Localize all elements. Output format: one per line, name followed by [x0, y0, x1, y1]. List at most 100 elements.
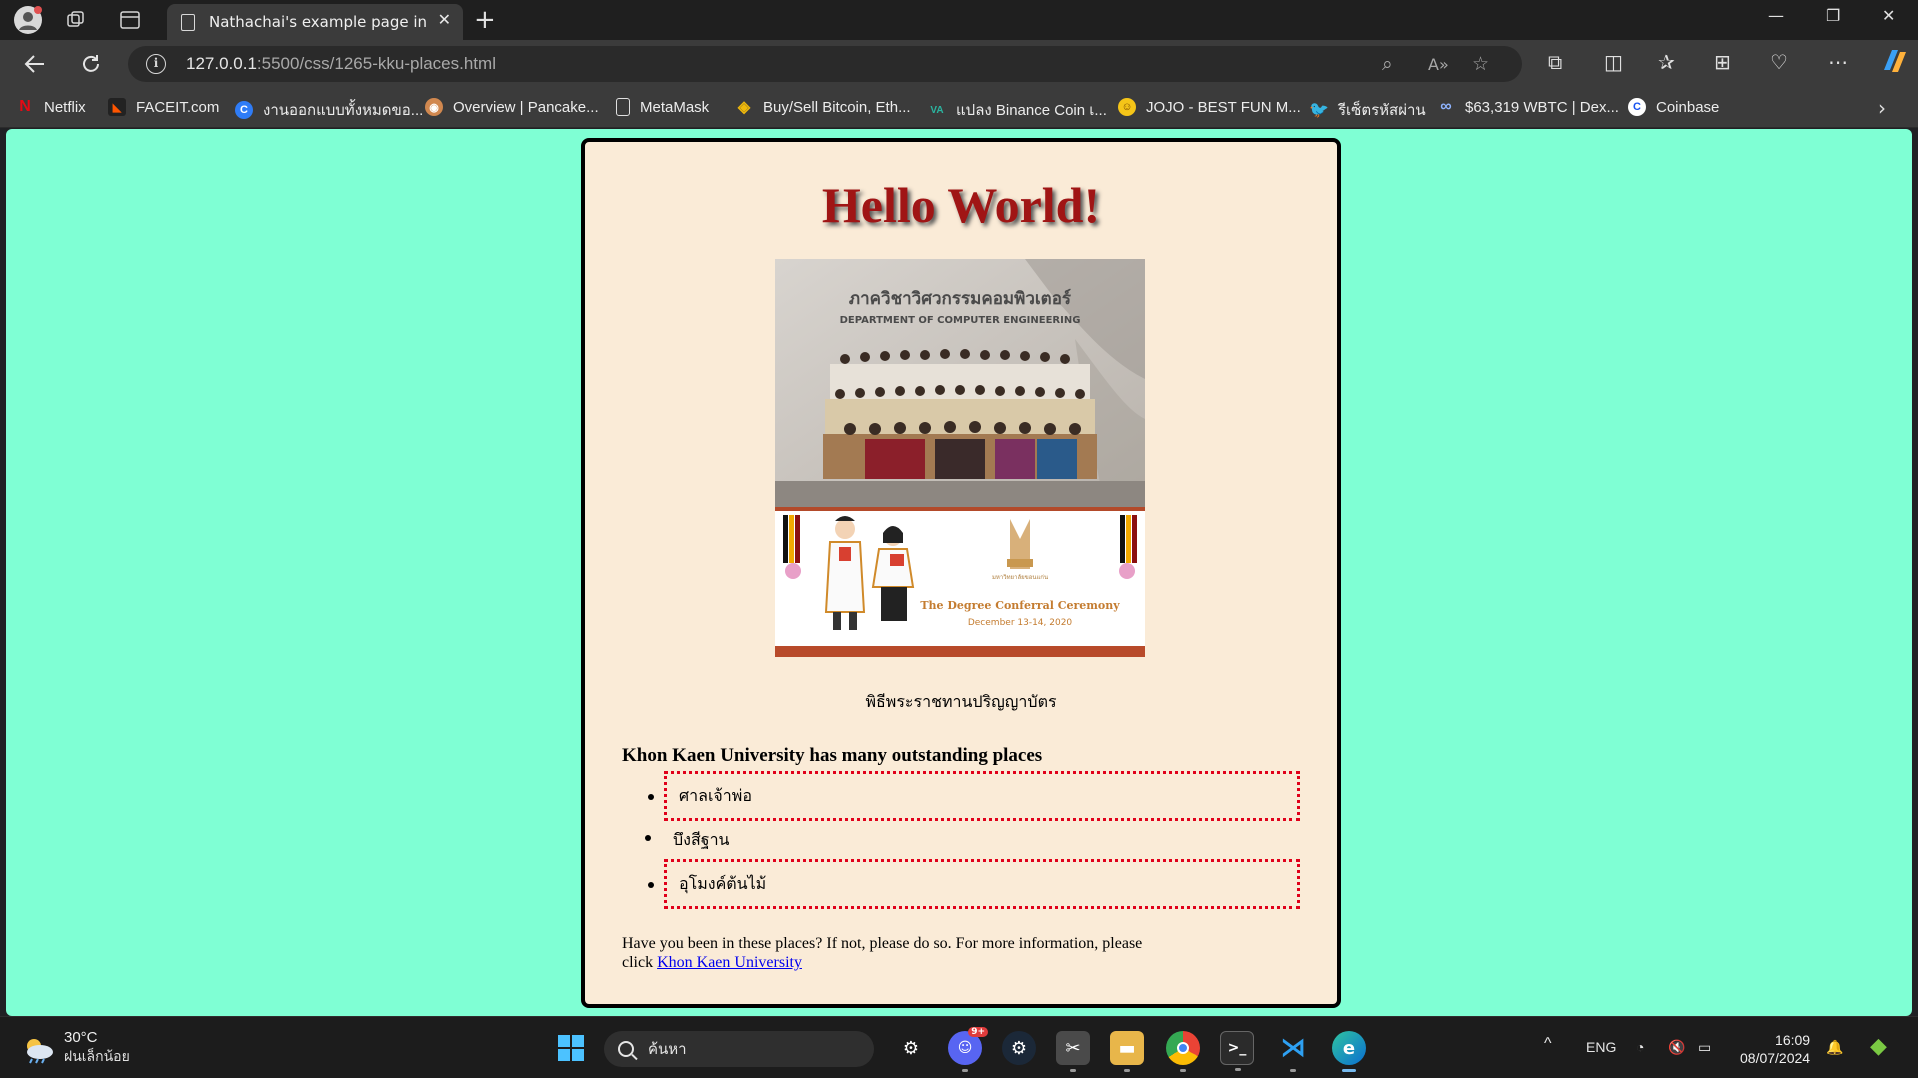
search-icon: [618, 1041, 634, 1057]
tab-bar: Nathachai's example page in 2024 ✕ + — ❐…: [0, 0, 1918, 40]
favorite-binance[interactable]: ◈ Buy/Sell Bitcoin, Eth...: [735, 98, 911, 117]
info-paragraph: Have you been in these places? If not, p…: [622, 934, 1162, 972]
favorite-faceit[interactable]: ◣ FACEIT.com: [108, 98, 219, 116]
clock[interactable]: 16:09 08/07/2024: [1740, 1031, 1810, 1067]
favorite-label: งานออกแบบทั้งหมดขอ...: [263, 102, 424, 119]
canva-icon: C: [235, 101, 253, 119]
steam-icon[interactable]: ⚙: [1002, 1031, 1036, 1065]
terminal-icon[interactable]: >_: [1220, 1031, 1254, 1071]
volume-muted-icon[interactable]: 🔇: [1668, 1039, 1685, 1056]
site-info-icon[interactable]: i: [146, 54, 166, 74]
refresh-icon[interactable]: [74, 48, 108, 80]
read-aloud-icon[interactable]: A»: [1428, 55, 1449, 74]
notification-bell-icon[interactable]: 🔔: [1826, 1039, 1843, 1056]
url-host: 127.0.0.1: [186, 54, 257, 73]
netflix-icon: N: [19, 98, 31, 115]
list-item-text: อุโมงค์ต้นไม้: [679, 875, 767, 893]
favorite-label: FACEIT.com: [136, 98, 220, 116]
chrome-icon[interactable]: [1166, 1031, 1200, 1072]
graduation-image: ภาควิชาวิศวกรรมคอมพิวเตอร์ DEPARTMENT OF…: [775, 259, 1145, 657]
chevron-right-icon[interactable]: ›: [1878, 96, 1886, 120]
battery-icon[interactable]: ▭: [1698, 1039, 1711, 1056]
taskbar: 30°C ฝนเล็กน้อย ค้นหา ⚙ ☺ 9+ ⚙ ✂ ▬ >_ ⋊ e…: [0, 1016, 1918, 1078]
favorite-label: รีเซ็ตรหัสผ่าน: [1338, 102, 1426, 119]
dex-icon: ∞: [1440, 98, 1452, 115]
favorite-twitter[interactable]: 🐦 รีเซ็ตรหัสผ่าน: [1309, 98, 1426, 122]
favorite-jojo[interactable]: ☺ JOJO - BEST FUN M...: [1118, 98, 1301, 116]
image-heading-th: ภาควิชาวิศวกรรมคอมพิวเตอร์: [849, 288, 1072, 309]
tab-active[interactable]: Nathachai's example page in 2024 ✕: [167, 4, 463, 40]
image-ceremony-date: December 13-14, 2020: [968, 618, 1073, 628]
search-placeholder: ค้นหา: [648, 1040, 687, 1058]
favorite-netflix[interactable]: N Netflix: [16, 98, 86, 116]
favorites-icon[interactable]: ✰: [1658, 50, 1675, 74]
vscode-icon[interactable]: ⋊: [1276, 1031, 1310, 1072]
faceit-icon: ◣: [108, 98, 126, 116]
discord-badge: 9+: [968, 1027, 988, 1037]
back-icon[interactable]: [18, 48, 52, 80]
url-text: 127.0.0.1:5500/css/1265-kku-places.html: [186, 54, 496, 74]
more-options-icon[interactable]: ⋯: [1828, 50, 1848, 74]
browser-essentials-icon[interactable]: ♡: [1770, 50, 1788, 74]
snipping-tool-icon[interactable]: ✂: [1056, 1031, 1090, 1072]
bullet-icon: [645, 835, 651, 841]
page-icon: [181, 13, 195, 31]
favorite-label: JOJO - BEST FUN M...: [1146, 98, 1301, 116]
zoom-icon[interactable]: ⌕: [1382, 53, 1393, 75]
minimize-icon[interactable]: —: [1768, 6, 1784, 25]
copilot-icon[interactable]: [1880, 48, 1908, 79]
jojo-icon: ☺: [1118, 98, 1136, 116]
image-heading-en: DEPARTMENT OF COMPUTER ENGINEERING: [840, 315, 1081, 326]
bullet-icon: [648, 882, 654, 888]
image-university: มหาวิทยาลัยขอนแก่น: [992, 574, 1048, 581]
discord-icon[interactable]: ☺ 9+: [948, 1027, 988, 1072]
collections-icon[interactable]: ⊞: [1714, 50, 1731, 74]
binance-icon: ◈: [737, 99, 751, 116]
twitter-icon: 🐦: [1309, 102, 1329, 119]
wifi-icon[interactable]: ◔: [1636, 1039, 1644, 1055]
extensions-icon[interactable]: ⧉: [1548, 50, 1562, 74]
weather-temperature: 30°C: [64, 1029, 98, 1046]
bullet-icon: [648, 794, 654, 800]
favorite-coinbase[interactable]: C Coinbase: [1628, 98, 1719, 116]
start-menu-icon[interactable]: [554, 1031, 588, 1065]
split-screen-icon[interactable]: ◫: [1604, 50, 1623, 74]
page-title: Hello World!: [821, 177, 1101, 233]
new-tab-icon[interactable]: +: [474, 4, 496, 36]
list-item-text: บึงสีฐาน: [673, 831, 730, 849]
favorite-label: Netflix: [44, 98, 86, 116]
workspaces-icon[interactable]: [60, 4, 92, 36]
favorite-star-icon[interactable]: ☆: [1472, 53, 1489, 75]
close-window-icon[interactable]: ✕: [1882, 6, 1895, 25]
copilot-taskbar-icon[interactable]: ◆: [1870, 1033, 1887, 1059]
favorite-label: แปลง Binance Coin เ...: [956, 102, 1107, 119]
weather-widget[interactable]: 30°C ฝนเล็กน้อย: [20, 1029, 130, 1068]
address-bar: i 127.0.0.1:5500/css/1265-kku-places.htm…: [0, 40, 1918, 88]
tab-actions-icon[interactable]: [114, 4, 146, 36]
favorite-dex[interactable]: ∞ $63,319 WBTC | Dex...: [1437, 98, 1619, 116]
list-item: อุโมงค์ต้นไม้: [648, 859, 1300, 909]
page-icon: [616, 98, 630, 116]
favorite-converter[interactable]: VA แปลง Binance Coin เ...: [928, 98, 1107, 122]
favorite-canva[interactable]: C งานออกแบบทั้งหมดขอ...: [235, 98, 423, 122]
places-heading: Khon Kaen University has many outstandin…: [622, 745, 1043, 766]
kku-link[interactable]: Khon Kaen University: [657, 954, 802, 971]
restore-icon[interactable]: ❐: [1826, 6, 1840, 25]
profile-avatar-icon[interactable]: [12, 4, 44, 36]
chevron-up-icon[interactable]: ^: [1544, 1035, 1552, 1053]
edge-icon[interactable]: e: [1332, 1031, 1366, 1072]
settings-gear-icon[interactable]: ⚙: [894, 1031, 928, 1065]
favorite-pancake[interactable]: ◉ Overview | Pancake...: [425, 98, 599, 116]
favorite-label: MetaMask: [640, 98, 710, 116]
url-path: :5500/css/1265-kku-places.html: [256, 54, 496, 73]
language-indicator[interactable]: ENG: [1586, 1039, 1616, 1055]
file-explorer-icon[interactable]: ▬: [1110, 1031, 1144, 1072]
favorite-label: Overview | Pancake...: [453, 98, 599, 116]
list-item-text: ศาลเจ้าพ่อ: [679, 787, 752, 805]
favorite-metamask[interactable]: MetaMask: [616, 98, 709, 116]
close-tab-icon[interactable]: ✕: [438, 10, 451, 29]
taskbar-search[interactable]: ค้นหา: [604, 1031, 874, 1067]
favorites-bar: N Netflix ◣ FACEIT.com C งานออกแบบทั้งหมดขอ…: [0, 88, 1918, 128]
image-caption: พิธีพระราชทานปริญญาบัตร: [865, 694, 1057, 711]
url-field[interactable]: i 127.0.0.1:5500/css/1265-kku-places.htm…: [128, 46, 1522, 82]
